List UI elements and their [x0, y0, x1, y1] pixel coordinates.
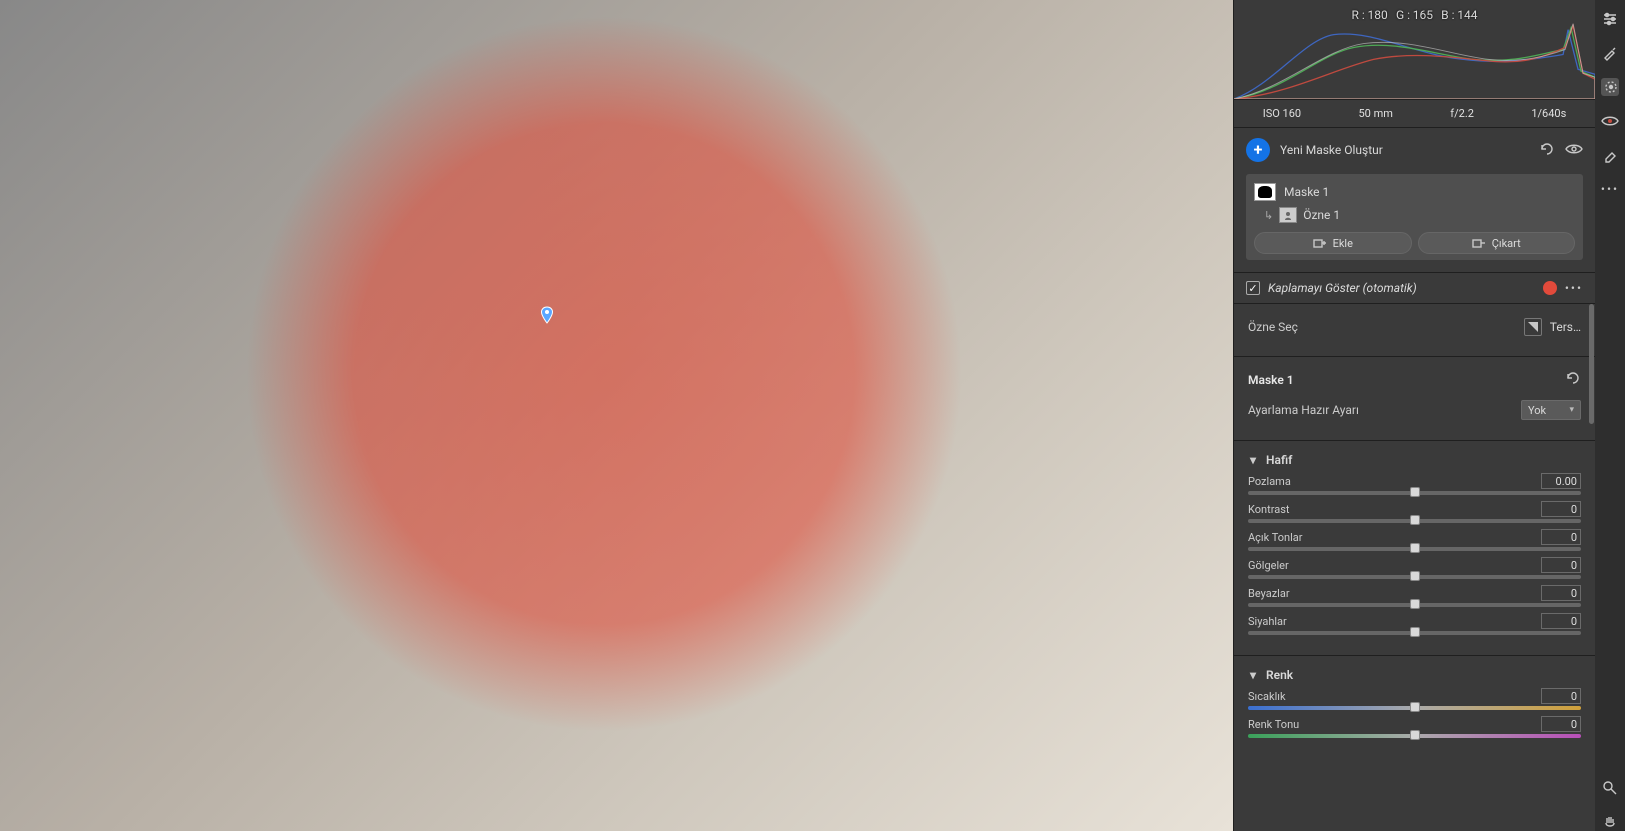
- slider-whites[interactable]: Beyazlar0: [1248, 585, 1581, 607]
- hand-pan-icon[interactable]: [1601, 813, 1619, 831]
- slider-tint[interactable]: Renk Tonu0: [1248, 716, 1581, 738]
- mask-panel: + Yeni Maske Oluştur Maske 1 ↳: [1234, 128, 1595, 273]
- invert-button[interactable]: Ters…: [1550, 320, 1581, 334]
- overlay-options-icon[interactable]: •••: [1565, 281, 1583, 295]
- app-root: R : 180 G : 165 B : 144 ISO 160 50 mm f/…: [0, 0, 1625, 831]
- new-mask-button[interactable]: +: [1246, 138, 1270, 162]
- scrollbar-thumb[interactable]: [1589, 304, 1594, 424]
- color-header[interactable]: ▾ Renk: [1248, 664, 1581, 686]
- mask-card[interactable]: Maske 1 ↳ Özne 1 Ekle Çıka: [1246, 174, 1583, 260]
- hierarchy-icon: ↳: [1264, 209, 1273, 222]
- overlay-label: Kaplamayı Göster (otomatik): [1268, 281, 1535, 295]
- mask-adjust-section: Maske 1 Ayarlama Hazır Ayarı Yok▾: [1234, 356, 1595, 434]
- light-header[interactable]: ▾ Hafif: [1248, 449, 1581, 471]
- overlay-checkbox[interactable]: [1246, 281, 1260, 295]
- slider-contrast[interactable]: Kontrast0: [1248, 501, 1581, 523]
- color-group: ▾ Renk Sıcaklık0 Renk Tonu0: [1234, 655, 1595, 752]
- exif-focal: 50 mm: [1358, 107, 1392, 120]
- chevron-down-icon: ▾: [1248, 453, 1258, 467]
- mask-subtract-button[interactable]: Çıkart: [1418, 232, 1576, 254]
- mask-overlay: [222, 0, 986, 831]
- preset-label: Ayarlama Hazır Ayarı: [1248, 403, 1521, 417]
- mask-thumb-icon: [1254, 183, 1276, 201]
- adjustments-scroll: Özne Seç Ters… Maske 1: [1234, 304, 1595, 831]
- slider-exposure[interactable]: Pozlama0.00: [1248, 473, 1581, 495]
- redeye-icon[interactable]: [1601, 112, 1619, 130]
- exif-row: ISO 160 50 mm f/2.2 1/640s: [1234, 100, 1595, 128]
- exif-iso: ISO 160: [1263, 107, 1301, 120]
- more-icon[interactable]: •••: [1601, 180, 1619, 198]
- reset-icon[interactable]: [1565, 371, 1581, 388]
- new-mask-row: + Yeni Maske Oluştur: [1246, 138, 1583, 162]
- exif-aperture: f/2.2: [1450, 107, 1474, 120]
- eyedropper-icon[interactable]: [1601, 44, 1619, 62]
- preset-select[interactable]: Yok▾: [1521, 400, 1581, 420]
- overlay-toggle-row: Kaplamayı Göster (otomatik) •••: [1234, 273, 1595, 304]
- eraser-icon[interactable]: [1601, 146, 1619, 164]
- light-group: ▾ Hafif Pozlama0.00 Kontrast0 Açık Tonla…: [1234, 440, 1595, 649]
- subject-mask-name: Özne 1: [1303, 208, 1340, 222]
- canvas[interactable]: [0, 0, 1233, 831]
- tool-rail: •••: [1595, 0, 1625, 831]
- select-subject-section: Özne Seç Ters…: [1234, 304, 1595, 350]
- slider-blacks[interactable]: Siyahlar0: [1248, 613, 1581, 635]
- slider-shadows[interactable]: Gölgeler0: [1248, 557, 1581, 579]
- mask-add-button[interactable]: Ekle: [1254, 232, 1412, 254]
- select-subject-button[interactable]: Özne Seç: [1248, 320, 1516, 334]
- eye-icon[interactable]: [1565, 143, 1583, 158]
- chevron-down-icon: ▾: [1248, 668, 1258, 682]
- slider-temperature[interactable]: Sıcaklık0: [1248, 688, 1581, 710]
- histogram[interactable]: R : 180 G : 165 B : 144: [1234, 0, 1595, 100]
- undo-icon[interactable]: [1539, 142, 1555, 159]
- invert-icon[interactable]: [1524, 318, 1542, 336]
- zoom-icon[interactable]: [1601, 779, 1619, 797]
- mask-adjust-title: Maske 1: [1248, 373, 1557, 387]
- exif-shutter: 1/640s: [1531, 107, 1566, 120]
- radial-mask-icon[interactable]: [1601, 78, 1619, 96]
- new-mask-label[interactable]: Yeni Maske Oluştur: [1280, 143, 1529, 157]
- subject-thumb-icon: [1279, 207, 1297, 223]
- right-panel: R : 180 G : 165 B : 144 ISO 160 50 mm f/…: [1233, 0, 1595, 831]
- mask-name: Maske 1: [1284, 185, 1329, 199]
- sliders-icon[interactable]: [1601, 10, 1619, 28]
- subject-pin-icon[interactable]: [540, 306, 554, 324]
- slider-highlights[interactable]: Açık Tonlar0: [1248, 529, 1581, 551]
- overlay-color-swatch[interactable]: [1543, 281, 1557, 295]
